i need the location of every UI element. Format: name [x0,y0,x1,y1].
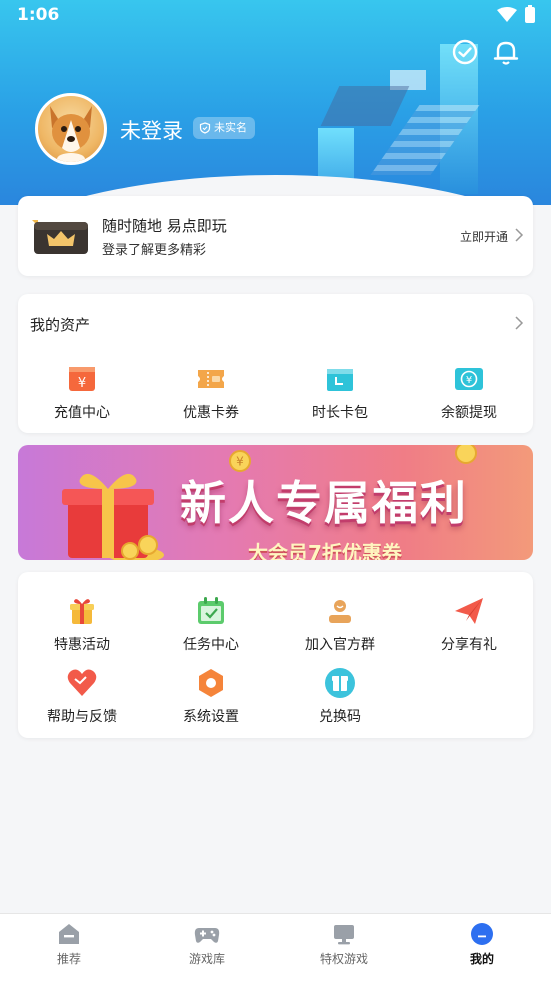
gift-box-illustration [62,473,164,560]
gamepad-icon [194,928,220,943]
asset-label: 充值中心 [54,405,110,421]
svg-text:¥: ¥ [78,376,86,391]
monitor-icon [334,925,354,945]
home-icon [59,924,79,944]
menu-special-offers[interactable]: 特惠活动 [27,594,137,654]
menu-label: 分享有礼 [441,637,497,653]
chevron-right-icon[interactable] [514,316,524,330]
menu-label: 特惠活动 [54,637,110,653]
vip-subtitle: 登录了解更多精彩 [102,243,207,258]
menu-share[interactable]: 分享有礼 [414,594,524,654]
asset-coupon[interactable]: 优惠卡券 [156,362,266,422]
svg-text:¥: ¥ [466,375,472,386]
profile-icon [471,923,493,945]
avatar[interactable] [35,93,107,165]
menu-redeem-code[interactable]: 兑换码 [285,666,395,726]
status-bar: 1:06 [0,0,551,30]
recharge-icon: ¥ [69,367,95,391]
menu-help-feedback[interactable]: 帮助与反馈 [27,666,137,726]
group-icon [329,600,351,623]
time-card-icon [327,369,353,391]
crown-card-icon [32,220,88,254]
nav-label: 我的 [469,952,494,966]
nav-label: 推荐 [56,952,81,966]
battery-icon [525,5,535,23]
verify-badge-label: 未实名 [214,121,247,134]
assets-card: 我的资产 ¥ 充值中心 优惠卡券 时长卡包 ¥ 余额提现 [18,294,533,433]
assets-title: 我的资产 [30,316,91,334]
chevron-right-icon [515,228,524,242]
menu-settings[interactable]: 系统设置 [156,666,266,726]
coin-icon [455,445,477,464]
menu-task-center[interactable]: 任务中心 [156,594,266,654]
nav-item-recommend[interactable]: 推荐 [29,922,109,967]
menu-join-group[interactable]: 加入官方群 [285,594,395,654]
asset-withdraw[interactable]: ¥ 余额提现 [414,362,524,422]
nav-item-game-library[interactable]: 游戏库 [167,922,247,967]
nav-item-privilege-games[interactable]: 特权游戏 [304,922,384,967]
redeem-icon [325,668,355,698]
menu-label: 任务中心 [183,637,239,653]
vip-title: 随时随地 易点即玩 [102,217,227,235]
bottom-nav: 推荐 游戏库 特权游戏 我的 [0,913,551,981]
decor-platform [320,86,410,126]
username[interactable]: 未登录 [120,115,183,145]
hexagon-settings-icon [199,669,223,697]
menu-label: 帮助与反馈 [47,709,117,725]
withdraw-icon: ¥ [455,368,483,390]
banner-subtitle: 大会员7折优惠券 [248,541,402,560]
dog-avatar-icon [50,106,92,162]
heart-icon [67,669,97,696]
wifi-icon [497,7,517,22]
coupon-icon [198,370,224,388]
gift-box-icon [70,599,94,624]
menu-card: 特惠活动 任务中心 加入官方群 分享有礼 帮助与反馈 系统设置 兑换码 [18,572,533,738]
banner-title: 新人专属福利 [180,476,468,530]
vip-card[interactable]: 随时随地 易点即玩 登录了解更多精彩 立即开通 [18,196,533,276]
verify-badge[interactable]: 未实名 [193,117,255,139]
asset-time-card[interactable]: 时长卡包 [285,362,395,422]
shield-icon [199,122,211,134]
status-time: 1:06 [17,5,60,25]
nav-label: 特权游戏 [319,952,368,966]
menu-label: 加入官方群 [305,637,375,653]
nav-label: 游戏库 [188,952,225,966]
check-circle-icon[interactable] [451,38,479,66]
calendar-check-icon [198,597,224,624]
nav-item-mine[interactable]: 我的 [442,922,522,967]
menu-label: 兑换码 [319,709,361,725]
bell-icon[interactable] [492,38,520,66]
asset-label: 余额提现 [441,405,497,421]
paper-plane-icon [455,598,483,624]
vip-open-button[interactable]: 立即开通 [460,228,508,245]
menu-label: 系统设置 [183,709,239,725]
asset-label: 时长卡包 [312,405,368,421]
asset-label: 优惠卡券 [183,405,239,421]
asset-recharge[interactable]: ¥ 充值中心 [27,362,137,422]
newcomer-banner[interactable]: ¥ 新人专属福利 大会员7折优惠券 [18,445,533,560]
